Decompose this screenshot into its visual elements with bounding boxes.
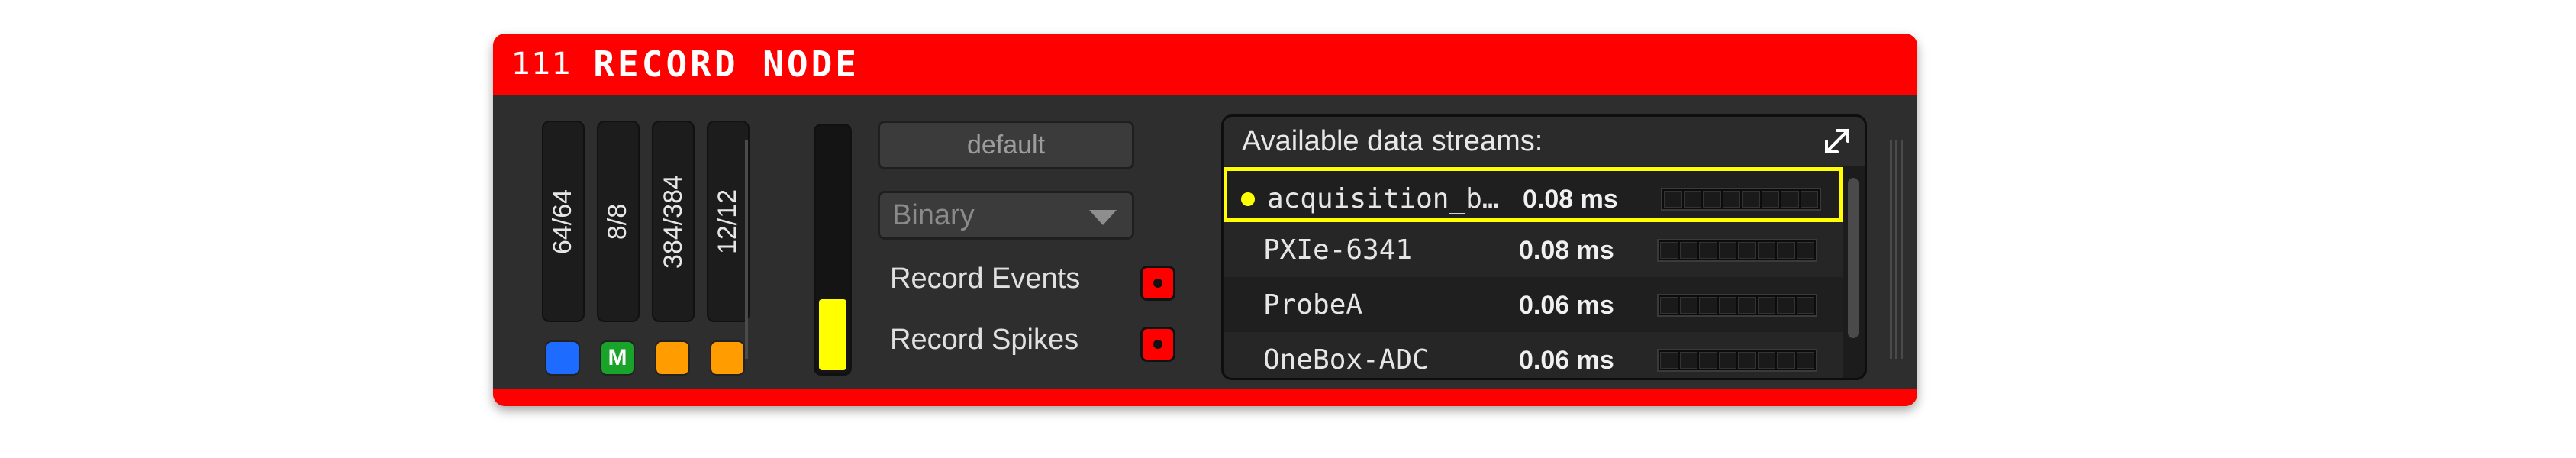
record-spikes-toggle[interactable] <box>1140 327 1175 362</box>
stream-button-3[interactable] <box>655 340 690 376</box>
stream-button-4[interactable] <box>710 340 745 376</box>
channel-meter-3[interactable]: 384/384 <box>652 121 695 322</box>
stream-row[interactable]: ProbeA 0.06 ms <box>1224 277 1843 332</box>
stream-latency: 0.08 ms <box>1523 185 1618 214</box>
stream-latency-bar <box>1657 349 1817 372</box>
stream-name: OneBox-ADC <box>1263 344 1429 376</box>
record-spikes-label: Record Spikes <box>890 324 1079 356</box>
data-streams-panel: Available data streams: acquisition_b… 0… <box>1221 114 1867 380</box>
node-id: 111 <box>511 47 572 82</box>
data-streams-title: Available data streams: <box>1242 124 1543 157</box>
record-events-toggle[interactable] <box>1140 266 1175 301</box>
resize-grip[interactable] <box>1890 140 1904 359</box>
stream-name: ProbeA <box>1263 289 1363 321</box>
stream-latency: 0.06 ms <box>1519 346 1614 375</box>
disk-space-meter <box>814 124 852 376</box>
stream-latency-bar <box>1657 294 1817 317</box>
channel-meter-2[interactable]: 8/8 <box>597 121 640 322</box>
record-engine-value: Binary <box>892 198 975 231</box>
stream-name: PXIe-6341 <box>1263 234 1413 266</box>
stream-name: acquisition_b… <box>1267 183 1499 214</box>
stream-button-2-monitor[interactable]: M <box>600 340 635 376</box>
expand-icon[interactable] <box>1820 124 1854 158</box>
record-engine-select[interactable]: Binary <box>878 191 1134 240</box>
stream-latency: 0.08 ms <box>1519 236 1614 265</box>
directory-button[interactable]: default <box>878 121 1134 169</box>
record-events-label: Record Events <box>890 263 1081 295</box>
node-title-bar[interactable]: 111 RECORD NODE <box>493 34 1917 95</box>
record-node-panel: 111 RECORD NODE 64/64 8/8 384/384 12/12 … <box>493 34 1917 406</box>
channel-meter-label: 64/64 <box>548 189 578 254</box>
stream-row[interactable]: PXIe-6341 0.08 ms <box>1224 222 1843 277</box>
data-streams-header: Available data streams: <box>1224 117 1865 166</box>
channel-meter-label: 8/8 <box>603 203 633 240</box>
data-streams-list: acquisition_b… 0.08 ms PXIe-6341 0.08 ms… <box>1224 167 1843 378</box>
divider <box>745 140 748 359</box>
record-dot-icon <box>1153 340 1162 349</box>
node-bottom-bar <box>493 389 1917 406</box>
stream-row[interactable]: acquisition_b… 0.08 ms <box>1224 167 1843 222</box>
stream-latency-bar <box>1657 239 1817 262</box>
node-title: RECORD NODE <box>593 44 859 85</box>
chevron-down-icon <box>1089 210 1117 225</box>
channel-meter-4[interactable]: 12/12 <box>707 121 750 322</box>
selected-stream-dot-icon <box>1241 192 1255 206</box>
streams-scrollbar[interactable] <box>1848 178 1859 338</box>
channel-meter-label: 12/12 <box>713 189 743 254</box>
stream-row[interactable]: OneBox-ADC 0.06 ms <box>1224 332 1843 378</box>
stream-button-1[interactable] <box>545 340 580 376</box>
disk-space-level <box>819 298 846 370</box>
channel-meter-label: 384/384 <box>658 174 688 269</box>
channel-meter-1[interactable]: 64/64 <box>542 121 585 322</box>
stream-latency-bar <box>1661 188 1821 211</box>
stream-latency: 0.06 ms <box>1519 291 1614 320</box>
record-dot-icon <box>1153 279 1162 288</box>
